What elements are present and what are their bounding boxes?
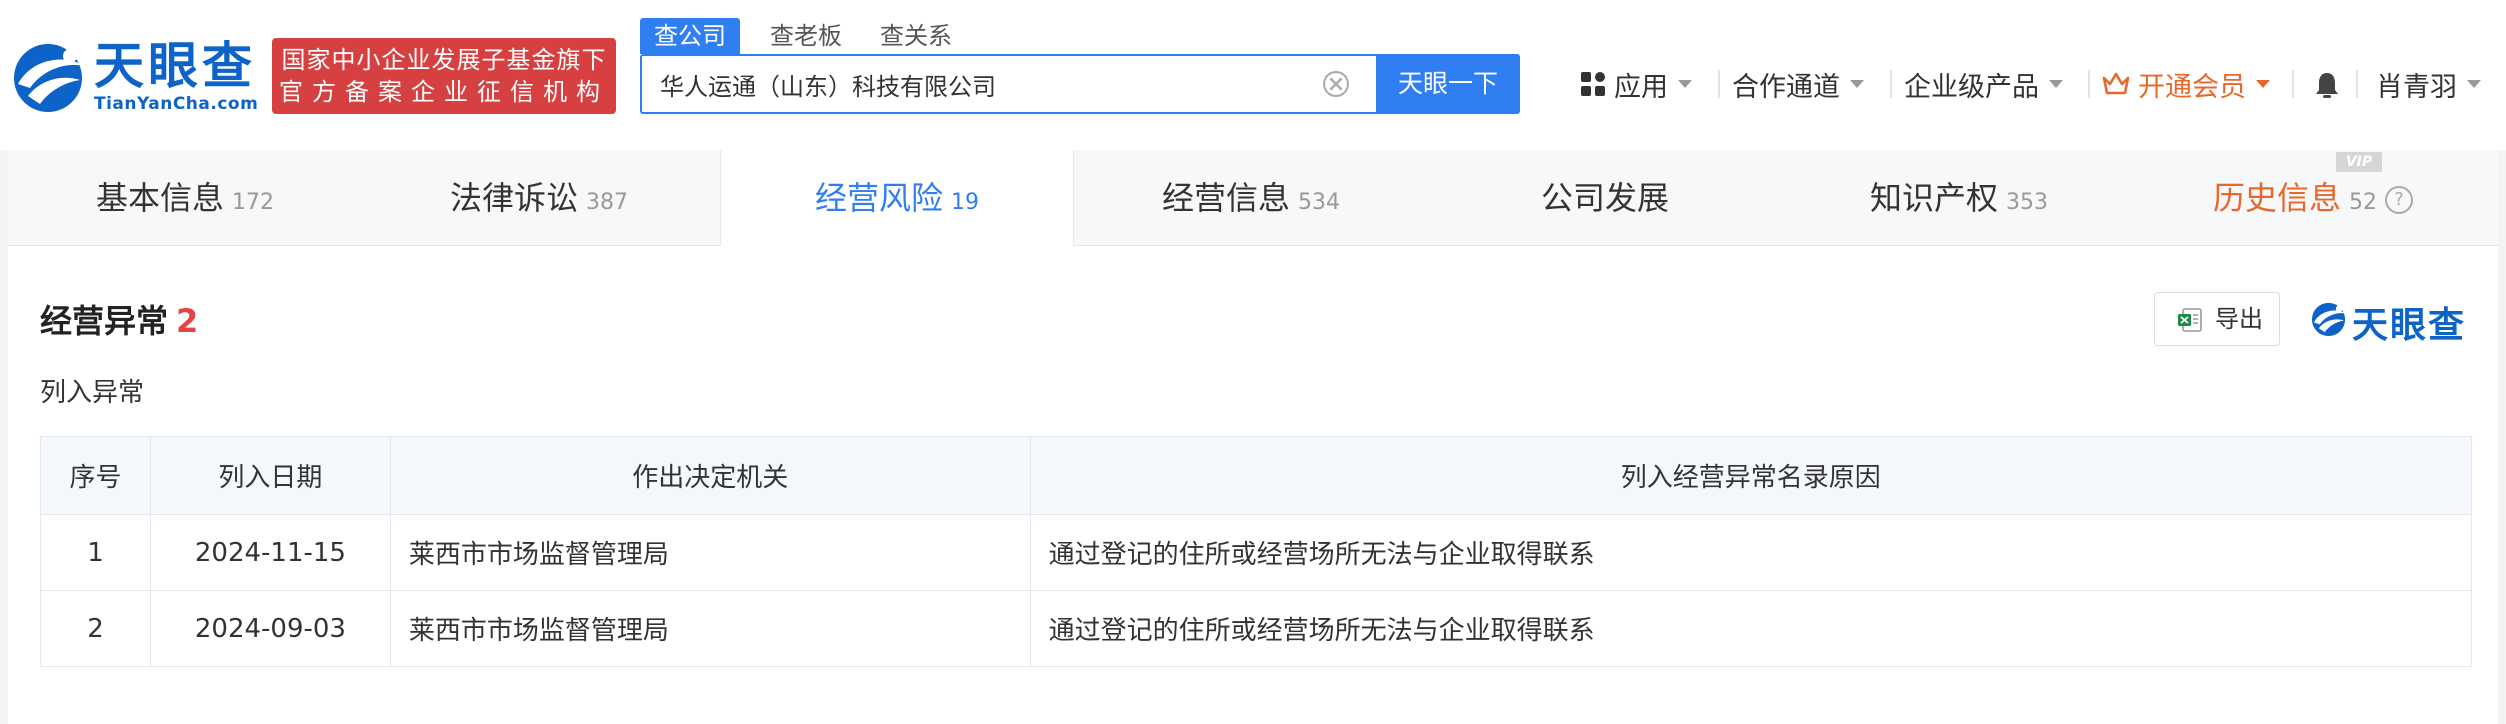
nav-apps[interactable]: 应用 [1580, 62, 1692, 106]
nav-apps-label: 应用 [1614, 71, 1668, 103]
section-title-text: 经营异常 [40, 302, 169, 340]
header-date: 列入日期 [149, 436, 391, 515]
cell-date: 2024-09-03 [149, 590, 391, 667]
logo-text: 天眼查 [94, 37, 256, 95]
chevron-down-icon [2467, 80, 2481, 88]
chevron-down-icon [1678, 80, 1692, 88]
nav-cooperation-label: 合作通道 [1732, 71, 1840, 103]
chevron-down-icon [2256, 80, 2270, 88]
help-icon[interactable]: ? [2385, 186, 2413, 214]
nav-cooperation[interactable]: 合作通道 [1732, 62, 1864, 106]
abnormal-operation-panel: 经营异常 2 列入异常 导出 天眼查 序号 列入日期 作出决定机关 列入经营异常… [8, 246, 2498, 724]
table-row: 2 2024-09-03 莱西市市场监督管理局 通过登记的住所或经营场所无法与企… [40, 590, 2473, 667]
top-header: 天眼查 TianYanCha.com 国家中小企业发展子基金旗下 官方备案企业征… [0, 0, 2506, 150]
nav-divider [1718, 70, 1720, 98]
tab-label: 经营信息 [1161, 179, 1290, 217]
tab-count: 52 [2349, 190, 2377, 215]
company-section-tabs: 基本信息 172 法律诉讼 387 经营风险 19 经营信息 534 公司发展 知识产权… [8, 150, 2498, 247]
tab-count: 353 [2006, 190, 2048, 215]
nav-divider [2292, 70, 2294, 98]
chevron-down-icon [1850, 80, 1864, 88]
cell-authority: 莱西市市场监督管理局 [389, 514, 1031, 591]
cell-reason: 通过登记的住所或经营场所无法与企业取得联系 [1029, 514, 2473, 591]
badge-line-2: 官方备案企业征信机构 [279, 78, 609, 106]
cell-index: 1 [40, 514, 151, 591]
logo-domain: TianYanCha.com [94, 94, 259, 114]
search-box [640, 54, 1378, 114]
header-authority: 作出决定机关 [389, 436, 1031, 515]
nav-divider [2088, 70, 2090, 98]
tab-basic-info[interactable]: 基本信息 172 [8, 150, 362, 246]
abnormal-list-table: 序号 列入日期 作出决定机关 列入经营异常名录原因 1 2024-11-15 莱… [40, 436, 2473, 667]
search-tab-company[interactable]: 查公司 [640, 18, 740, 54]
user-name: 肖青羽 [2376, 71, 2457, 103]
tab-development[interactable]: 公司发展 [1428, 150, 1782, 246]
nav-vip-label: 开通会员 [2138, 71, 2246, 103]
cell-date: 2024-11-15 [149, 514, 391, 591]
section-count: 2 [176, 302, 199, 340]
cell-reason: 通过登记的住所或经营场所无法与企业取得联系 [1029, 590, 2473, 667]
table-row: 1 2024-11-15 莱西市市场监督管理局 通过登记的住所或经营场所无法与企… [40, 514, 2473, 591]
section-title: 经营异常 2 [40, 296, 198, 342]
chevron-down-icon [2049, 80, 2063, 88]
nav-divider [2356, 70, 2358, 98]
tianyancha-logo[interactable]: 天眼查 TianYanCha.com [10, 36, 260, 116]
nav-user[interactable]: 肖青羽 [2376, 62, 2481, 106]
clear-icon[interactable] [1322, 70, 1350, 98]
header-reason: 列入经营异常名录原因 [1029, 436, 2473, 515]
tab-count: 387 [586, 190, 628, 215]
export-label: 导出 [2215, 305, 2263, 333]
nav-enterprise-label: 企业级产品 [1904, 71, 2039, 103]
table-header-row: 序号 列入日期 作出决定机关 列入经营异常名录原因 [40, 436, 2473, 515]
tab-legal[interactable]: 法律诉讼 387 [362, 150, 716, 246]
tab-label: 法律诉讼 [449, 179, 578, 217]
tab-label: 历史信息 [2212, 179, 2341, 217]
tab-label: 知识产权 [1869, 179, 1998, 217]
tab-history[interactable]: 历史信息 52? [2136, 150, 2490, 246]
nav-vip[interactable]: 开通会员 [2102, 62, 2270, 106]
tab-label: 公司发展 [1540, 179, 1669, 217]
tab-business-risk[interactable]: 经营风险 19 [720, 150, 1074, 247]
tianyancha-eye-icon [2311, 302, 2347, 337]
header-index: 序号 [40, 436, 151, 515]
tab-ip[interactable]: 知识产权 353 [1782, 150, 2136, 246]
crown-icon [2102, 72, 2130, 95]
excel-icon [2178, 308, 2202, 332]
tab-count: 172 [232, 190, 274, 215]
search-input[interactable] [660, 56, 1300, 112]
search-tab-relation[interactable]: 查关系 [880, 18, 952, 54]
tab-label: 经营风险 [814, 179, 943, 217]
tab-label: 基本信息 [95, 179, 224, 217]
nav-enterprise[interactable]: 企业级产品 [1904, 62, 2063, 106]
cell-index: 2 [40, 590, 151, 667]
cell-authority: 莱西市市场监督管理局 [389, 590, 1031, 667]
tianyancha-eye-icon [14, 44, 84, 112]
badge-line-1: 国家中小企业发展子基金旗下 [281, 46, 607, 74]
search-tab-boss[interactable]: 查老板 [770, 18, 842, 54]
subsection-title: 列入异常 [40, 378, 145, 408]
tab-business-info[interactable]: 经营信息 534 [1074, 150, 1428, 246]
export-button[interactable]: 导出 [2154, 292, 2280, 346]
official-badge: 国家中小企业发展子基金旗下 官方备案企业征信机构 [272, 38, 616, 114]
bell-icon[interactable] [2312, 70, 2342, 100]
search-button[interactable]: 天眼一下 [1376, 54, 1520, 114]
tab-count: 534 [1298, 190, 1340, 215]
vip-badge: VIP [2336, 152, 2382, 172]
watermark-text: 天眼查 [2352, 305, 2467, 346]
apps-grid-icon [1581, 72, 1605, 96]
tab-count: 19 [951, 190, 979, 215]
nav-divider [1890, 70, 1892, 98]
